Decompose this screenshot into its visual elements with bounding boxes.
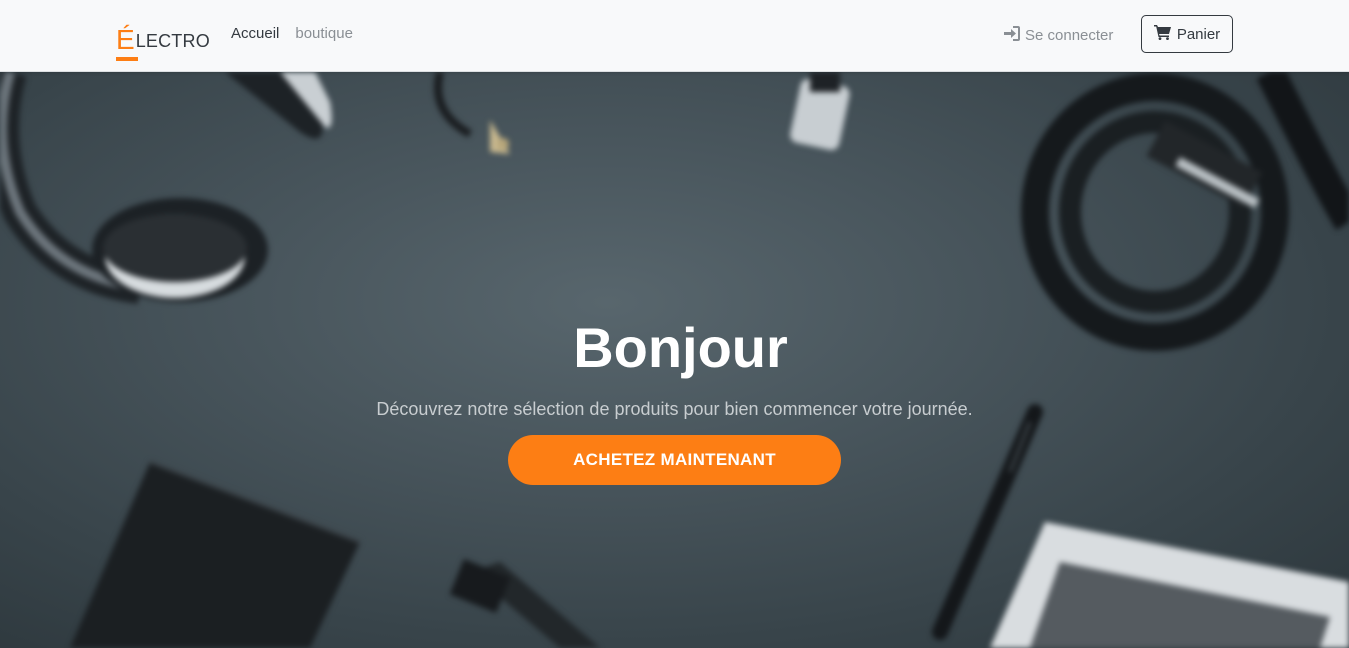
- hero-title: Bonjour: [573, 316, 788, 379]
- nav-links: Accueil boutique: [231, 25, 353, 42]
- shopping-cart-icon: [1153, 24, 1171, 44]
- navbar: É LECTRO Accueil boutique Se connecter P…: [0, 0, 1349, 72]
- hero-subtitle: Découvrez notre sélection de produits po…: [376, 399, 973, 419]
- sign-in-icon: [1004, 26, 1020, 45]
- brand-name: LECTRO: [135, 31, 210, 51]
- login-label: Se connecter: [1025, 27, 1114, 44]
- nav-link-boutique[interactable]: boutique: [295, 25, 353, 42]
- nav-link-accueil[interactable]: Accueil: [231, 25, 279, 42]
- cart-label: Panier: [1176, 25, 1221, 43]
- login-link[interactable]: Se connecter: [1004, 26, 1113, 45]
- brand-initial: É: [116, 26, 138, 61]
- hero-content: Bonjour Découvrez notre sélection de pro…: [0, 72, 1349, 648]
- brand-logo[interactable]: É LECTRO: [116, 16, 210, 61]
- shop-now-button[interactable]: ACHETEZ MAINTENANT: [508, 435, 841, 485]
- cart-button[interactable]: Panier: [1141, 15, 1233, 53]
- hero-banner: Bonjour Découvrez notre sélection de pro…: [0, 72, 1349, 648]
